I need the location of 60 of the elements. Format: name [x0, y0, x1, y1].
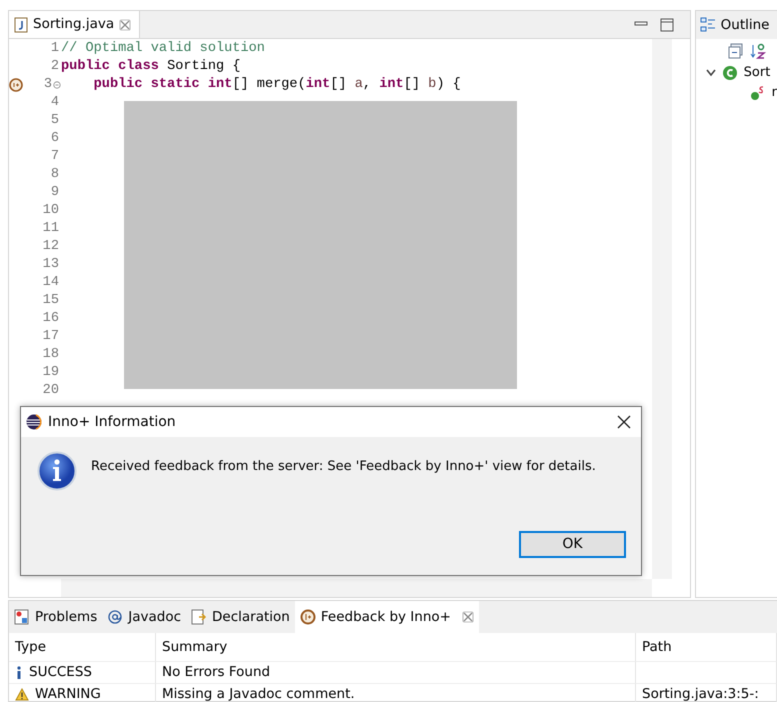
warning-icon: [15, 688, 29, 701]
line-number: 10: [42, 202, 59, 220]
code-line: // Optimal valid solution: [61, 41, 265, 56]
collapse-all-icon: [728, 43, 744, 59]
information-icon: [37, 451, 77, 491]
class-icon: [722, 65, 738, 81]
view-tab[interactable]: Problems: [9, 601, 102, 633]
line-number: 19: [42, 364, 59, 382]
line-number: 1: [50, 40, 59, 58]
ok-button[interactable]: OK: [519, 531, 626, 558]
outline-icon: [700, 17, 716, 33]
view-tab[interactable]: Declaration: [186, 601, 295, 633]
line-number: 9: [50, 184, 59, 202]
line-number: 3: [42, 76, 52, 94]
sort-icon: [750, 42, 768, 60]
static-method-icon: [750, 85, 766, 101]
panel-title: Outline: [720, 16, 770, 35]
line-number: 20: [42, 382, 59, 400]
line-number: 18: [42, 346, 59, 364]
feedback-path: Sorting.java:3:5-:: [642, 685, 759, 702]
view-tab[interactable]: Feedback by Inno+: [294, 601, 479, 633]
dialog-message: Received feedback from the server: See 'Feedback by Inno+' view for details.: [91, 458, 596, 476]
feedback-summary: Missing a Javadoc comment.: [162, 685, 355, 702]
code-line: public static int[] merge(int[] a, int[] b) {: [92, 77, 461, 92]
column-header[interactable]: Summary: [156, 633, 636, 661]
feedback-type: SUCCESS: [29, 663, 92, 682]
dialog-title: Inno+ Information: [48, 412, 176, 432]
line-number: 8: [50, 166, 59, 184]
line-number: 14: [42, 274, 59, 292]
close-icon: [617, 415, 631, 429]
feedback-icon: [300, 609, 316, 625]
maximize-icon: [660, 18, 674, 32]
declaration-icon: [191, 609, 208, 625]
line-number: 13: [42, 256, 59, 274]
line-number: 7: [50, 148, 59, 166]
line-number: 12: [42, 238, 59, 256]
vertical-scrollbar[interactable]: [652, 39, 672, 579]
feedback-type: WARNING: [35, 685, 101, 702]
horizontal-scrollbar[interactable]: [61, 579, 652, 597]
line-number: 11: [42, 220, 59, 238]
line-number: 4: [50, 94, 59, 112]
java-file-icon: [14, 16, 28, 32]
line-number: 6: [50, 130, 59, 148]
view-tab[interactable]: Javadoc: [102, 601, 186, 633]
line-number: 2: [50, 58, 59, 76]
line-number: 17: [42, 328, 59, 346]
eclipse-icon: [26, 414, 42, 430]
tree-item-label[interactable]: Sort: [744, 63, 770, 83]
info-icon: [15, 666, 23, 680]
column-header[interactable]: Path: [636, 633, 777, 661]
column-header[interactable]: Type: [9, 633, 156, 661]
code-line: public class Sorting {: [61, 59, 240, 74]
tree-item-label[interactable]: r: [772, 83, 777, 103]
line-number: 15: [42, 292, 59, 310]
line-number: 16: [42, 310, 59, 328]
file-tab[interactable]: Sorting.java: [9, 11, 140, 38]
line-number: 5: [50, 112, 59, 130]
at-sign-icon: [107, 609, 124, 625]
problems-icon: [14, 609, 30, 625]
feedback-summary: No Errors Found: [162, 663, 270, 682]
